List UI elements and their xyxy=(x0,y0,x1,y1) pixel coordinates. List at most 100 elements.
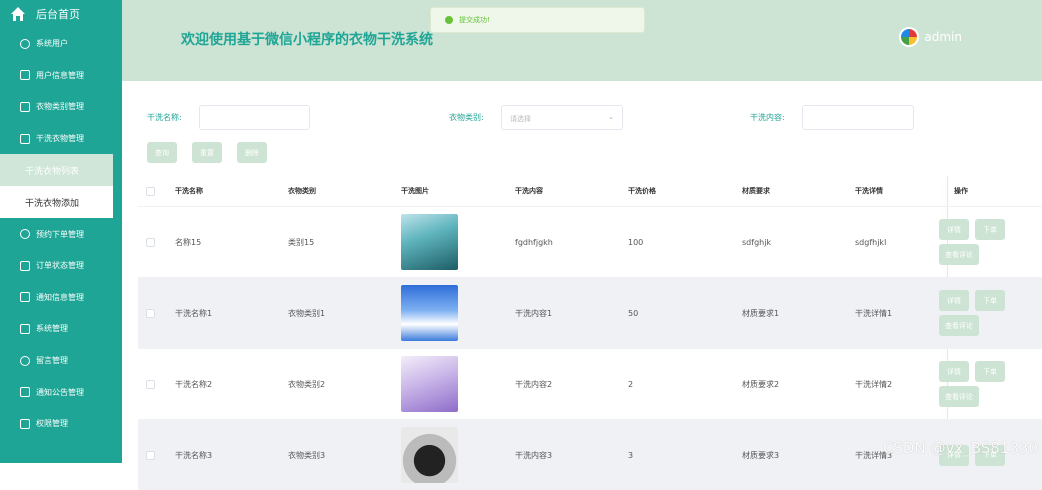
col-name: 干洗名称 xyxy=(175,187,203,195)
cell-material: 材质要求3 xyxy=(742,450,780,460)
user-menu[interactable]: admin xyxy=(899,27,962,47)
chat-icon xyxy=(20,355,30,366)
table-row: 名称15 类别15 fgdhfjgkh 100 sdfghjk sdgfhjkl… xyxy=(138,206,1042,277)
order-button[interactable]: 下单 xyxy=(975,361,1005,382)
main-content: 欢迎使用基于微信小程序的衣物干洗系统 admin 提交成功! 干洗名称: 衣物类… xyxy=(122,0,1042,490)
cell-name: 干洗名称1 xyxy=(175,308,213,318)
box-icon xyxy=(20,292,30,303)
sidebar-item-user-info[interactable]: 用户信息管理 xyxy=(0,60,122,92)
sidebar-item-label: 衣物类别管理 xyxy=(36,102,84,112)
laundry-image[interactable] xyxy=(401,214,458,270)
content-filter-label: 干洗内容: xyxy=(750,113,785,122)
order-button[interactable]: 下单 xyxy=(975,219,1005,240)
detail-button[interactable]: 详情 xyxy=(939,361,969,382)
content-filter-input[interactable] xyxy=(802,105,914,130)
action-buttons: 查询 重置 删除 xyxy=(147,142,267,163)
username: admin xyxy=(924,30,962,44)
col-category: 衣物类别 xyxy=(288,187,316,195)
view-reviews-button[interactable]: 查看评论 xyxy=(939,315,979,336)
submenu-clothes-add[interactable]: 干洗衣物添加 xyxy=(0,186,113,218)
sidebar-item-label: 预约下单管理 xyxy=(36,229,84,239)
filter-bar: 干洗名称: 衣物类别: 请选择 ⌄ 干洗内容: xyxy=(122,105,1042,131)
laundry-image[interactable] xyxy=(401,356,458,412)
row-checkbox[interactable] xyxy=(146,450,155,460)
name-filter-input[interactable] xyxy=(199,105,310,130)
col-content: 干洗内容 xyxy=(515,187,543,195)
view-reviews-button[interactable]: 查看评论 xyxy=(939,244,979,265)
sidebar-home[interactable]: 后台首页 xyxy=(0,0,122,28)
laundry-image[interactable] xyxy=(401,427,458,483)
table-header: 干洗名称 衣物类别 干洗图片 干洗内容 干洗价格 材质要求 干洗详情 操作 xyxy=(138,176,1042,206)
sidebar-item-permissions[interactable]: 权限管理 xyxy=(0,408,122,440)
sidebar-item-order-status[interactable]: 订单状态管理 xyxy=(0,250,122,282)
avatar xyxy=(899,27,920,47)
sidebar-item-label: 系统用户 xyxy=(36,39,68,49)
check-icon xyxy=(445,16,453,24)
table-row: 干洗名称2 衣物类别2 干洗内容2 2 材质要求2 干洗详情2 详情 下单 查看… xyxy=(138,348,1042,419)
sidebar-item-label: 通知公告管理 xyxy=(36,387,84,397)
cell-category: 衣物类别1 xyxy=(288,308,326,318)
sidebar-item-label: 通知信息管理 xyxy=(36,292,84,302)
row-checkbox[interactable] xyxy=(146,237,155,247)
row-actions: 详情 下单 查看评论 xyxy=(939,290,1031,336)
view-reviews-button[interactable]: 查看评论 xyxy=(939,386,979,407)
col-detail: 干洗详情 xyxy=(855,187,883,195)
sidebar-item-booking[interactable]: 预约下单管理 xyxy=(0,218,122,250)
toast-text: 提交成功! xyxy=(459,16,490,24)
table-row: 干洗名称1 衣物类别1 干洗内容1 50 材质要求1 干洗详情1 详情 下单 查… xyxy=(138,277,1042,348)
cell-category: 衣物类别3 xyxy=(288,450,326,460)
row-actions: 详情 下单 查看评论 xyxy=(939,219,1031,265)
watermark: CSDN @vx_BS81330 xyxy=(882,439,1038,457)
cell-content: 干洗内容3 xyxy=(515,450,553,460)
sidebar-submenu: 干洗衣物列表 干洗衣物添加 xyxy=(0,154,113,219)
sidebar-item-label: 用户信息管理 xyxy=(36,70,84,80)
laundry-image[interactable] xyxy=(401,285,458,341)
submenu-label: 干洗衣物列表 xyxy=(25,166,80,177)
col-image: 干洗图片 xyxy=(401,187,429,195)
box-icon xyxy=(20,101,30,112)
sidebar-item-system-users[interactable]: 系统用户 xyxy=(0,28,122,60)
submenu-clothes-list[interactable]: 干洗衣物列表 xyxy=(0,154,113,187)
sidebar-item-messages[interactable]: 留言管理 xyxy=(0,345,122,377)
cell-material: 材质要求2 xyxy=(742,379,780,389)
row-actions: 详情 下单 查看评论 xyxy=(939,361,1031,407)
box-icon xyxy=(20,260,30,271)
sidebar-item-announcements[interactable]: 通知公告管理 xyxy=(0,376,122,408)
sidebar-item-label: 干洗衣物管理 xyxy=(36,134,84,144)
cell-detail: 干洗详情2 xyxy=(855,379,893,389)
box-icon xyxy=(20,418,30,429)
cell-name: 干洗名称3 xyxy=(175,450,213,460)
detail-button[interactable]: 详情 xyxy=(939,219,969,240)
sidebar-item-clothes[interactable]: 干洗衣物管理 xyxy=(0,123,122,155)
edit-icon xyxy=(20,70,30,81)
reset-button[interactable]: 重置 xyxy=(192,142,222,163)
col-actions: 操作 xyxy=(954,187,968,195)
row-checkbox[interactable] xyxy=(146,379,155,389)
delete-button[interactable]: 删除 xyxy=(237,142,267,163)
sidebar-item-label: 留言管理 xyxy=(36,356,68,366)
select-all-checkbox[interactable] xyxy=(146,186,155,196)
cell-price: 50 xyxy=(628,308,639,318)
cell-detail: 干洗详情1 xyxy=(855,308,893,318)
cell-category: 衣物类别2 xyxy=(288,379,326,389)
category-placeholder: 请选择 xyxy=(510,115,531,123)
category-filter-select[interactable]: 请选择 ⌄ xyxy=(501,105,623,130)
submenu-label: 干洗衣物添加 xyxy=(25,198,80,209)
name-filter-label: 干洗名称: xyxy=(147,113,182,122)
sidebar-item-label: 订单状态管理 xyxy=(36,261,84,271)
row-checkbox[interactable] xyxy=(146,308,155,318)
query-button[interactable]: 查询 xyxy=(147,142,177,163)
home-icon xyxy=(11,7,25,21)
cell-category: 类别15 xyxy=(288,237,315,247)
detail-button[interactable]: 详情 xyxy=(939,290,969,311)
cell-name: 干洗名称2 xyxy=(175,379,213,389)
sidebar-item-system[interactable]: 系统管理 xyxy=(0,313,122,345)
cell-material: sdfghjk xyxy=(742,237,772,247)
sidebar-item-categories[interactable]: 衣物类别管理 xyxy=(0,91,122,123)
sidebar-item-label: 系统管理 xyxy=(36,324,68,334)
sidebar-item-notifications[interactable]: 通知信息管理 xyxy=(0,282,122,314)
edit-icon xyxy=(20,323,30,334)
order-button[interactable]: 下单 xyxy=(975,290,1005,311)
sidebar-home-label: 后台首页 xyxy=(36,8,80,21)
chevron-down-icon: ⌄ xyxy=(608,113,614,121)
